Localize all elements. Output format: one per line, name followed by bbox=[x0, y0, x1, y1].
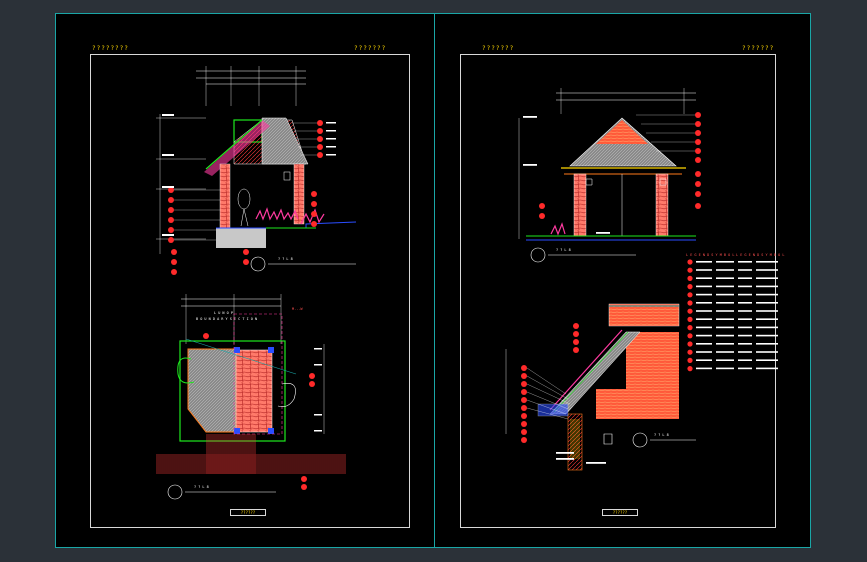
legend-row-text bbox=[738, 359, 752, 361]
left-section-drawing: ? ? L 8 bbox=[156, 66, 357, 275]
legend-row-text bbox=[716, 334, 734, 337]
legend-row-text bbox=[716, 343, 734, 345]
legend-row-marker bbox=[687, 292, 693, 298]
right-elevation-drawing: ? ? L 8 bbox=[518, 88, 701, 263]
legend-row-text bbox=[738, 343, 752, 345]
legend-row-text bbox=[738, 302, 752, 304]
cad-drawing-canvas: ? ? L 8 L U N O P B O U N D A R Y S E C … bbox=[156, 66, 784, 500]
legend-row-marker bbox=[687, 316, 693, 322]
legend-row-marker bbox=[687, 325, 693, 331]
legend-row-text bbox=[696, 318, 712, 320]
plan-heading: L U N O P bbox=[214, 311, 233, 315]
legend-row-text bbox=[738, 261, 752, 263]
legend-row-text bbox=[756, 269, 778, 271]
svg-text:M...W: M...W bbox=[292, 307, 303, 311]
legend-row-text bbox=[716, 261, 734, 263]
legend-row-marker bbox=[687, 275, 693, 281]
legend-row-marker bbox=[687, 349, 693, 355]
legend-row-text bbox=[716, 269, 734, 271]
legend-row-text bbox=[738, 326, 752, 329]
legend-row-text bbox=[756, 293, 778, 296]
legend-row-text bbox=[756, 326, 778, 329]
legend-row-text bbox=[756, 285, 778, 288]
legend-row-text bbox=[738, 269, 752, 271]
cad-model-space[interactable]: ???????? ??????? ?????? ??????? ??????? … bbox=[55, 13, 811, 548]
plan-subheading: B O U N D A R Y S E C T I O N bbox=[196, 317, 257, 321]
legend-header-1: L E G E N D S Y M B O L bbox=[686, 253, 734, 257]
legend-row-marker bbox=[687, 357, 693, 363]
legend-row-text bbox=[696, 334, 712, 337]
left-section-caption: ? ? L 8 bbox=[278, 257, 293, 261]
legend-row-text bbox=[756, 359, 778, 361]
legend-row-text bbox=[716, 326, 734, 329]
legend-row-text bbox=[756, 261, 778, 263]
legend-row-text bbox=[716, 285, 734, 288]
legend-row-text bbox=[738, 293, 752, 296]
legend-row-text bbox=[738, 285, 752, 288]
legend-row-marker bbox=[687, 300, 693, 306]
legend-row-text bbox=[716, 359, 734, 361]
legend-row-text bbox=[716, 302, 734, 304]
legend-row-text bbox=[696, 367, 712, 370]
legend-row-text bbox=[716, 293, 734, 296]
legend-row-text bbox=[716, 351, 734, 353]
legend-row-text bbox=[696, 277, 712, 279]
left-plan-drawing: L U N O P B O U N D A R Y S E C T I O N bbox=[156, 294, 346, 500]
legend-row-text bbox=[756, 302, 778, 304]
legend-row-text bbox=[696, 261, 712, 263]
right-elevation-caption: ? ? L 8 bbox=[556, 248, 571, 252]
legend-row-text bbox=[756, 277, 778, 279]
legend-row-text bbox=[738, 310, 752, 312]
legend-row-text bbox=[716, 318, 734, 320]
legend-row-text bbox=[756, 310, 778, 312]
legend-header-2: L E G E N D S Y M B O L bbox=[736, 253, 784, 257]
legend-row-text bbox=[716, 277, 734, 279]
legend-row-text bbox=[696, 302, 712, 304]
legend-row-text bbox=[716, 310, 734, 312]
legend-row-text bbox=[696, 326, 712, 329]
legend-row-text bbox=[696, 343, 712, 345]
legend-row-text bbox=[716, 367, 734, 370]
right-detail-drawing: ? ? L 8 bbox=[505, 303, 696, 471]
right-detail-caption: ? ? L 8 bbox=[654, 433, 669, 437]
legend-row-text bbox=[696, 293, 712, 296]
legend-row-text bbox=[738, 318, 752, 320]
legend-row-marker bbox=[687, 267, 693, 273]
legend-row-text bbox=[738, 334, 752, 337]
legend-row-marker bbox=[687, 259, 693, 265]
legend-row-marker bbox=[687, 366, 693, 372]
legend-row-text bbox=[756, 351, 778, 353]
legend-row-text bbox=[738, 277, 752, 279]
legend-row-text bbox=[696, 310, 712, 312]
right-legend-table: L E G E N D S Y M B O L L E G E N D S Y … bbox=[686, 253, 784, 372]
legend-row-marker bbox=[687, 308, 693, 314]
legend-row-marker bbox=[687, 341, 693, 347]
legend-row-text bbox=[696, 285, 712, 288]
legend-row-text bbox=[738, 351, 752, 353]
legend-row-marker bbox=[687, 284, 693, 290]
legend-row-text bbox=[738, 367, 752, 370]
legend-row-text bbox=[696, 269, 712, 271]
legend-row-text bbox=[756, 343, 778, 345]
legend-row-text bbox=[756, 367, 778, 370]
legend-row-text bbox=[696, 351, 712, 353]
legend-row-text bbox=[756, 334, 778, 337]
legend-row-text bbox=[756, 318, 778, 320]
legend-row-marker bbox=[687, 333, 693, 339]
left-plan-caption: ? ? L 8 bbox=[194, 485, 209, 489]
legend-row-text bbox=[696, 359, 712, 361]
